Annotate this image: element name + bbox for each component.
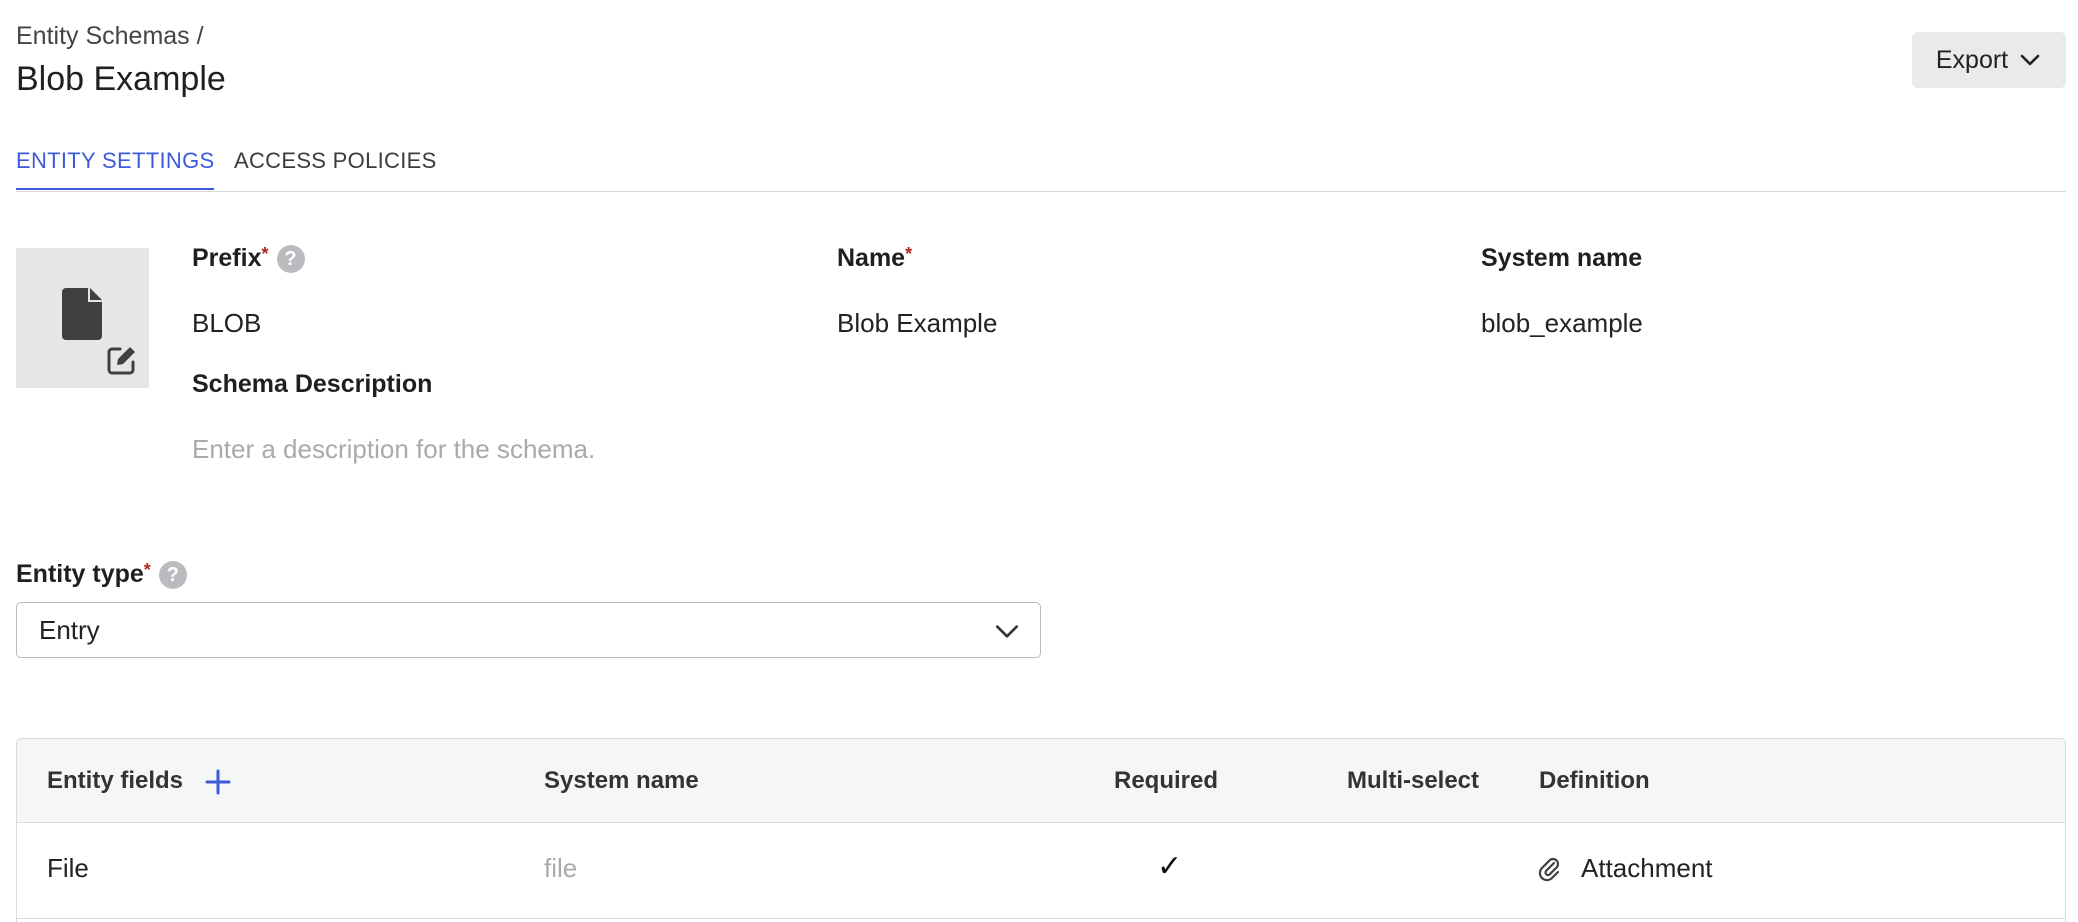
- prefix-label: Prefix*?: [192, 244, 305, 274]
- table-row[interactable]: File file ✓ Attachment: [17, 823, 2065, 919]
- table-header: Entity fields System name Required Multi…: [17, 739, 2065, 823]
- name-label: Name*: [837, 244, 913, 272]
- edit-icon[interactable]: [106, 344, 138, 376]
- help-icon[interactable]: ?: [158, 561, 187, 590]
- schema-icon-picker[interactable]: [16, 248, 149, 388]
- header-definition: Definition: [1539, 767, 1650, 794]
- header-system-name: System name: [544, 767, 699, 794]
- plus-icon[interactable]: [204, 768, 232, 796]
- prefix-value[interactable]: BLOB: [192, 308, 261, 339]
- system-name-value: blob_example: [1481, 308, 1643, 338]
- header-required: Required: [1114, 767, 1219, 794]
- file-icon: [62, 288, 102, 340]
- export-button[interactable]: Export: [1912, 32, 2066, 88]
- chevron-down-icon: [995, 625, 1019, 638]
- header-entity-fields: Entity fields: [47, 767, 232, 796]
- description-input[interactable]: Enter a description for the schema.: [192, 434, 595, 465]
- help-icon[interactable]: ?: [276, 245, 305, 274]
- field-definition: Attachment: [1537, 853, 1713, 884]
- entity-type-label: Entity type*?: [16, 560, 187, 590]
- name-value[interactable]: Blob Example: [837, 308, 997, 339]
- breadcrumb[interactable]: Entity Schemas /: [16, 22, 204, 51]
- header-multi-select: Multi-select: [1347, 767, 1480, 794]
- field-name: File: [47, 853, 89, 883]
- tab-access-policies[interactable]: ACCESS POLICIES: [234, 148, 437, 188]
- required-mark: *: [905, 244, 913, 264]
- description-label: Schema Description: [192, 370, 433, 398]
- entity-fields-table: Entity fields System name Required Multi…: [16, 738, 2066, 922]
- system-name-label: System name: [1481, 244, 1643, 272]
- required-mark: *: [143, 560, 151, 580]
- page-title: Blob Example: [16, 60, 226, 98]
- chevron-down-icon: [2020, 54, 2040, 66]
- tab-entity-settings[interactable]: ENTITY SETTINGS: [16, 148, 215, 190]
- field-system-name: file: [544, 853, 578, 883]
- paperclip-icon: [1538, 857, 1560, 881]
- required-mark: *: [261, 244, 269, 264]
- tab-bar: ENTITY SETTINGS ACCESS POLICIES: [16, 148, 2066, 192]
- entity-type-value: Entry: [39, 614, 100, 645]
- entity-type-select[interactable]: Entry: [16, 602, 1041, 658]
- export-label: Export: [1935, 45, 2009, 74]
- required-checkmark: ✓: [1157, 850, 1183, 883]
